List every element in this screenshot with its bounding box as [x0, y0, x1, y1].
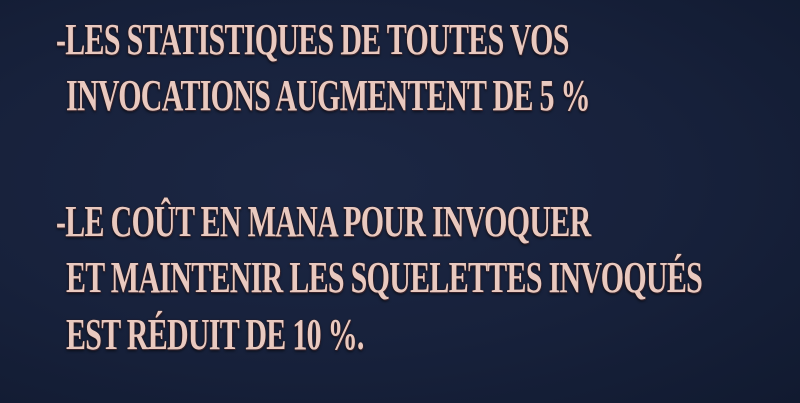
- bonus-mana-cost-line-2: ET MAINTENIR LES SQUELETTES INVOQUÉS: [66, 253, 703, 302]
- bonus-mana-cost-line-1: -LE COÛT EN MANA POUR INVOQUER: [56, 197, 591, 246]
- bonus-summon-stats-line-2: INVOCATIONS AUGMENTENT DE 5 %: [66, 71, 591, 120]
- bonus-mana-cost-line-3: EST RÉDUIT DE 10 %.: [66, 310, 364, 359]
- skill-description-panel: -LES STATISTIQUES DE TOUTES VOS INVOCATI…: [0, 0, 800, 403]
- bonus-summon-stats-line-1: -LES STATISTIQUES DE TOUTES VOS: [56, 15, 569, 64]
